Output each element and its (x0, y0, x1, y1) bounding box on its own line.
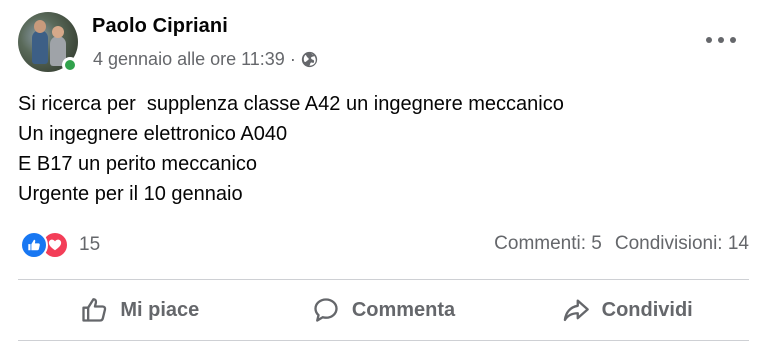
like-icon (20, 231, 48, 259)
more-dot (730, 37, 736, 43)
post-timestamp[interactable]: 4 gennaio alle ore 11:39 (93, 49, 285, 70)
comment-button-label: Commenta (351, 298, 456, 321)
globe-icon[interactable] (301, 51, 318, 68)
avatar-head-right (52, 26, 64, 38)
avatar-person-left (32, 30, 48, 64)
thumbs-up-icon (82, 298, 107, 322)
facebook-post: Paolo Cipriani 4 gennaio alle ore 11:39 … (0, 0, 767, 344)
reactions-summary[interactable]: 15 (20, 231, 100, 259)
reaction-count[interactable]: 15 (79, 234, 100, 256)
share-arrow-icon (563, 299, 589, 322)
like-button[interactable]: Mi piace (18, 282, 262, 338)
avatar-head-left (34, 20, 46, 33)
divider-bottom (18, 340, 749, 341)
share-button-label: Condividi (601, 298, 693, 321)
engagement-stats: Commenti: 5 Condivisioni: 14 (494, 233, 749, 255)
online-status-indicator (62, 57, 78, 73)
more-options-icon[interactable] (706, 28, 736, 52)
like-button-label: Mi piace (120, 298, 200, 321)
more-dot (706, 37, 712, 43)
shares-count[interactable]: Condivisioni: 14 (615, 233, 749, 255)
action-bar: Mi piace Commenta Condividi (18, 282, 749, 338)
stats-gap (602, 233, 615, 255)
share-button[interactable]: Condividi (505, 282, 749, 338)
post-body: Si ricerca per supplenza classe A42 un i… (18, 93, 564, 205)
divider-top (18, 279, 749, 280)
comments-count[interactable]: Commenti: 5 (494, 233, 602, 255)
comment-bubble-icon (314, 298, 338, 322)
post-meta: 4 gennaio alle ore 11:39 · (93, 49, 318, 70)
more-dot (718, 37, 724, 43)
meta-separator: · (289, 49, 296, 69)
comment-button[interactable]: Commenta (262, 282, 506, 338)
author-name[interactable]: Paolo Cipriani (92, 15, 228, 38)
